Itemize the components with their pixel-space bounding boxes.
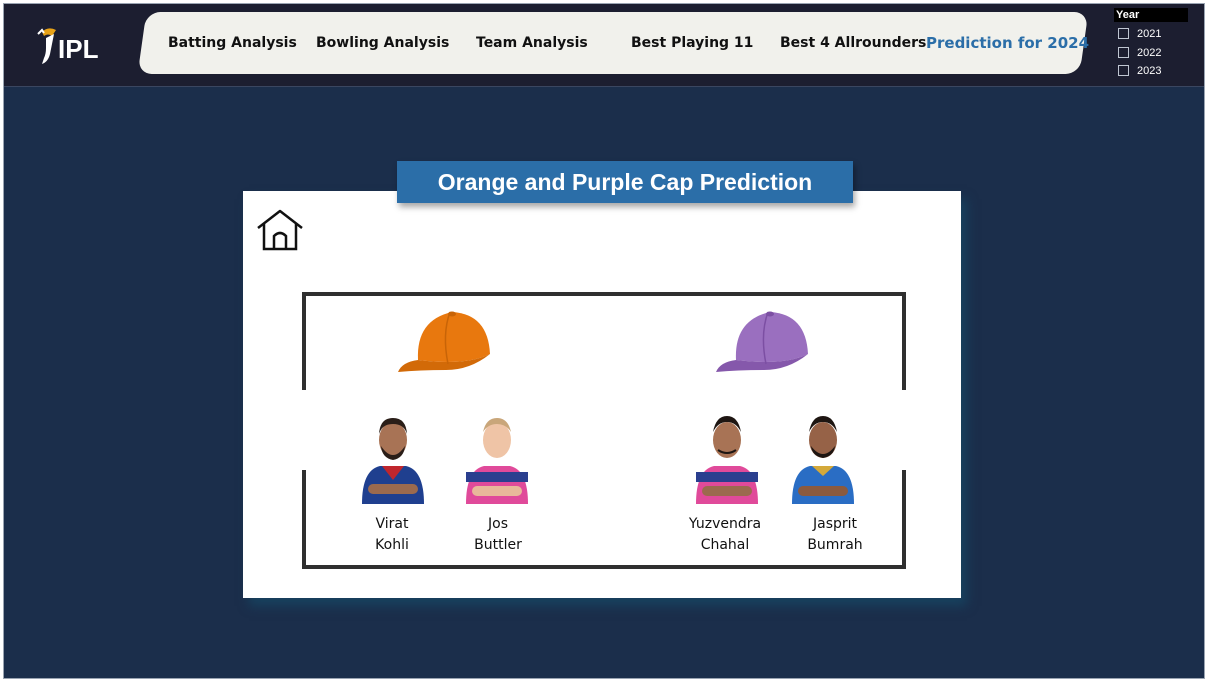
year-option-2021[interactable]: 2021 bbox=[1118, 26, 1161, 42]
player-name-jos-buttler: Jos Buttler bbox=[474, 516, 522, 553]
frame-left-upper bbox=[302, 292, 306, 390]
player-name-yuzvendra-chahal: Yuzvendra Chahal bbox=[688, 516, 762, 553]
player-photo-jasprit-bumrah bbox=[790, 410, 856, 509]
logo-text: IPL bbox=[58, 34, 99, 64]
frame-bottom-border bbox=[302, 565, 906, 569]
year-slicer-title: Year bbox=[1114, 8, 1188, 22]
nav-best-playing-11[interactable]: Best Playing 11 bbox=[631, 12, 753, 74]
frame-left-lower bbox=[302, 470, 306, 569]
home-icon[interactable] bbox=[256, 208, 304, 252]
nav-best-4-allrounders[interactable]: Best 4 Allrounders bbox=[780, 12, 926, 74]
frame-right-upper bbox=[902, 292, 906, 390]
year-option-2022[interactable]: 2022 bbox=[1118, 45, 1161, 61]
frame-top-border bbox=[302, 292, 906, 296]
orange-cap-icon bbox=[396, 310, 492, 383]
top-bar: IPL Batting Analysis Bowling Analysis Te… bbox=[4, 4, 1204, 87]
year-option-2023[interactable]: 2023 bbox=[1118, 63, 1161, 79]
checkbox-icon[interactable] bbox=[1118, 46, 1129, 58]
checkbox-icon[interactable] bbox=[1118, 27, 1129, 39]
nav-bowling-analysis[interactable]: Bowling Analysis bbox=[316, 12, 449, 74]
player-name-virat-kohli: Virat Kohli bbox=[375, 516, 409, 553]
nav-prediction-2024[interactable]: Prediction for 2024 bbox=[926, 12, 1089, 74]
year-slicer: Year 2021 2022 2023 bbox=[1112, 6, 1202, 84]
checkbox-icon[interactable] bbox=[1118, 64, 1129, 76]
player-photo-yuzvendra-chahal bbox=[694, 410, 760, 509]
player-photo-jos-buttler bbox=[464, 410, 530, 509]
ipl-logo: IPL bbox=[34, 24, 114, 70]
nav-team-analysis[interactable]: Team Analysis bbox=[476, 12, 588, 74]
player-photo-virat-kohli bbox=[360, 410, 426, 509]
player-name-jasprit-bumrah: Jasprit Bumrah bbox=[807, 516, 863, 553]
page-title: Orange and Purple Cap Prediction bbox=[397, 161, 853, 203]
nav-batting-analysis[interactable]: Batting Analysis bbox=[168, 12, 297, 74]
frame-right-lower bbox=[902, 470, 906, 569]
purple-cap-icon bbox=[714, 310, 810, 383]
